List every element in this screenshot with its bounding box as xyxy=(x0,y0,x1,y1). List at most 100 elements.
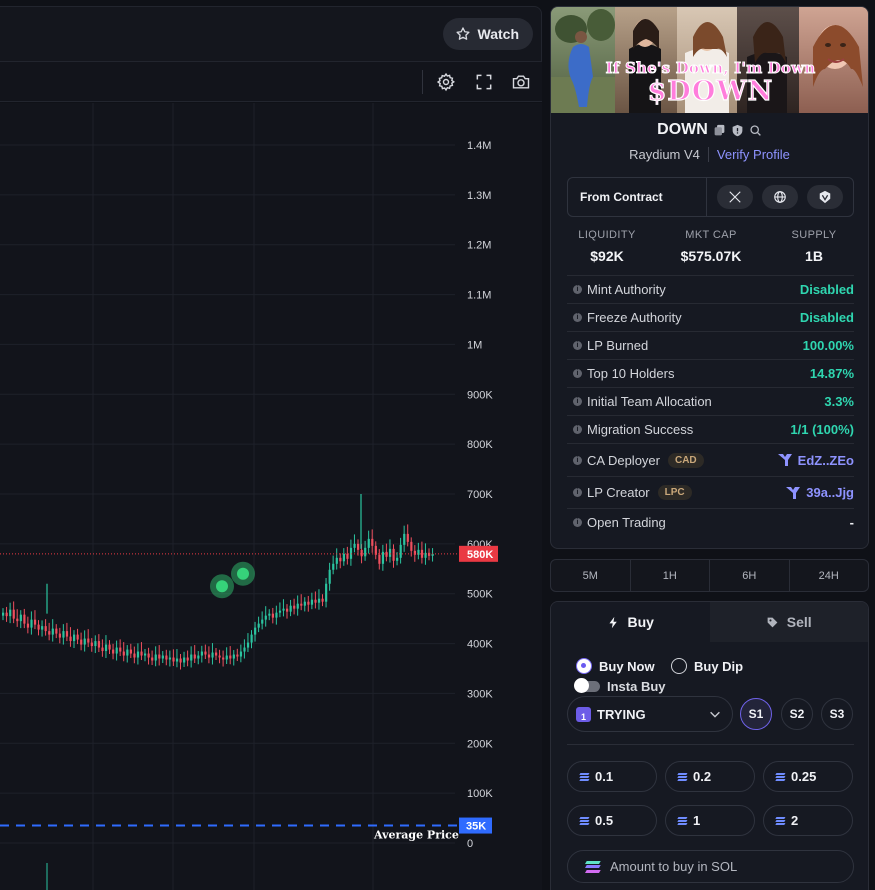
audit-value: Disabled xyxy=(799,310,854,325)
stat-supply: SUPPLY 1B xyxy=(764,229,864,264)
candle-body xyxy=(158,654,161,659)
amount-button[interactable]: 1 xyxy=(665,805,755,836)
amount-label: 0.5 xyxy=(595,813,614,828)
audit-row-lp-creator: i LP Creator LPC 39a..Jjg xyxy=(567,476,854,508)
copy-icon[interactable] xyxy=(713,124,726,137)
tab-sell[interactable]: Sell xyxy=(709,602,868,642)
candle-body xyxy=(225,655,228,660)
tab-5m[interactable]: 5M xyxy=(551,560,631,591)
candle-body xyxy=(183,657,186,663)
candle-body xyxy=(218,655,221,658)
info-icon[interactable]: i xyxy=(573,341,582,350)
shield-icon[interactable] xyxy=(731,124,744,137)
candle-body xyxy=(250,634,253,643)
slot-s2-button[interactable]: S2 xyxy=(781,698,813,730)
toggle-switch[interactable] xyxy=(574,678,600,693)
candle-body xyxy=(129,649,132,654)
info-icon[interactable]: i xyxy=(573,313,582,322)
info-icon[interactable]: i xyxy=(573,455,582,465)
candle-body xyxy=(87,638,90,643)
radio-unselected[interactable] xyxy=(671,658,687,674)
slot-s1-button[interactable]: S1 xyxy=(740,698,772,730)
camera-icon[interactable] xyxy=(511,72,531,92)
buy-now-option[interactable]: Buy Now xyxy=(576,658,655,674)
amount-label: 0.2 xyxy=(693,769,712,784)
candle-body xyxy=(83,638,86,645)
audit-value: Disabled xyxy=(799,282,854,297)
candle-body xyxy=(310,599,314,605)
lightning-icon xyxy=(608,616,617,628)
tab-24h[interactable]: 24H xyxy=(790,560,869,591)
tab-1h[interactable]: 1H xyxy=(631,560,710,591)
buy-dip-label: Buy Dip xyxy=(694,658,744,674)
amount-button[interactable]: 0.25 xyxy=(763,761,853,792)
candle-body xyxy=(97,641,101,648)
x-link-button[interactable] xyxy=(717,185,753,209)
community-link-button[interactable] xyxy=(807,185,843,209)
candle-body xyxy=(399,544,402,558)
tab-buy[interactable]: Buy xyxy=(551,602,710,642)
audit-row-ca-deployer: i CA Deployer CAD EdZ..ZEo xyxy=(567,443,854,476)
candle-body xyxy=(293,605,296,609)
amount-button[interactable]: 2 xyxy=(763,805,853,836)
candle-body xyxy=(144,653,147,656)
info-icon[interactable]: i xyxy=(573,488,582,497)
buy-tab-label: Buy xyxy=(627,614,654,630)
candle-body xyxy=(396,557,399,561)
candle-body xyxy=(48,631,51,635)
info-icon[interactable]: i xyxy=(573,369,582,378)
amount-button[interactable]: 0.1 xyxy=(567,761,657,792)
deployer-address-link[interactable]: EdZ..ZEo xyxy=(777,452,854,468)
candle-body xyxy=(179,658,182,663)
preset-dropdown[interactable]: 1 TRYING xyxy=(567,696,733,732)
audit-row-open-trading: i Open Trading - xyxy=(567,508,854,536)
candle-body xyxy=(69,636,72,642)
radio-selected[interactable] xyxy=(576,658,592,674)
website-link-button[interactable] xyxy=(762,185,798,209)
settings-icon[interactable] xyxy=(436,72,456,92)
buy-dip-option[interactable]: Buy Dip xyxy=(671,658,743,674)
x-icon xyxy=(729,191,741,203)
trade-tabs: Buy Sell xyxy=(551,602,868,642)
stat-label: LIQUIDITY xyxy=(578,229,636,241)
candle-body xyxy=(193,654,196,659)
amount-input-field[interactable] xyxy=(567,850,854,883)
info-icon[interactable]: i xyxy=(573,518,582,527)
candle-body xyxy=(140,651,143,656)
lp-creator-address-link[interactable]: 39a..Jjg xyxy=(785,485,854,501)
star-icon xyxy=(455,27,470,40)
amount-input[interactable] xyxy=(610,859,830,874)
candle-body xyxy=(261,619,264,624)
search-icon[interactable] xyxy=(749,124,762,137)
candle-body xyxy=(246,642,250,648)
tab-6h[interactable]: 6H xyxy=(710,560,790,591)
sol-icon xyxy=(775,816,786,825)
contract-box: From Contract xyxy=(567,177,854,217)
candle-body xyxy=(136,651,140,658)
chart-canvas[interactable]: 1.4M1.3M1.2M1.1M1M900K800K700K600K500K40… xyxy=(0,103,542,890)
insta-buy-toggle[interactable]: Insta Buy xyxy=(574,678,666,694)
info-icon[interactable]: i xyxy=(573,425,582,434)
buy-now-label: Buy Now xyxy=(599,658,655,674)
verify-profile-link[interactable]: Verify Profile xyxy=(709,147,790,162)
stat-label: MKT CAP xyxy=(685,229,737,241)
amount-button[interactable]: 0.2 xyxy=(665,761,755,792)
watch-button[interactable]: Watch xyxy=(442,18,533,50)
audit-label: LP Creator xyxy=(587,485,650,500)
audit-label: Initial Team Allocation xyxy=(587,394,712,409)
y-axis-tick-label: 800K xyxy=(467,439,493,451)
info-icon[interactable]: i xyxy=(573,285,582,294)
fullscreen-icon[interactable] xyxy=(474,72,494,92)
amount-button[interactable]: 0.5 xyxy=(567,805,657,836)
candle-body xyxy=(108,644,111,650)
y-axis-tick-label: 100K xyxy=(467,788,493,800)
info-icon[interactable]: i xyxy=(573,397,582,406)
candle-body xyxy=(172,657,175,662)
audit-label: Top 10 Holders xyxy=(587,366,675,381)
candle-body xyxy=(264,615,267,620)
slot-s3-button[interactable]: S3 xyxy=(821,698,853,730)
token-banner: If She's Down, I'm Down $DOWN xyxy=(551,7,868,113)
candle-body xyxy=(30,619,33,628)
candle-body xyxy=(197,655,200,659)
price-chart[interactable]: 1.4M 1.3M 1.2M 1.1M 1M 900K 800K 700K 600K 500K 40… xyxy=(0,103,542,890)
